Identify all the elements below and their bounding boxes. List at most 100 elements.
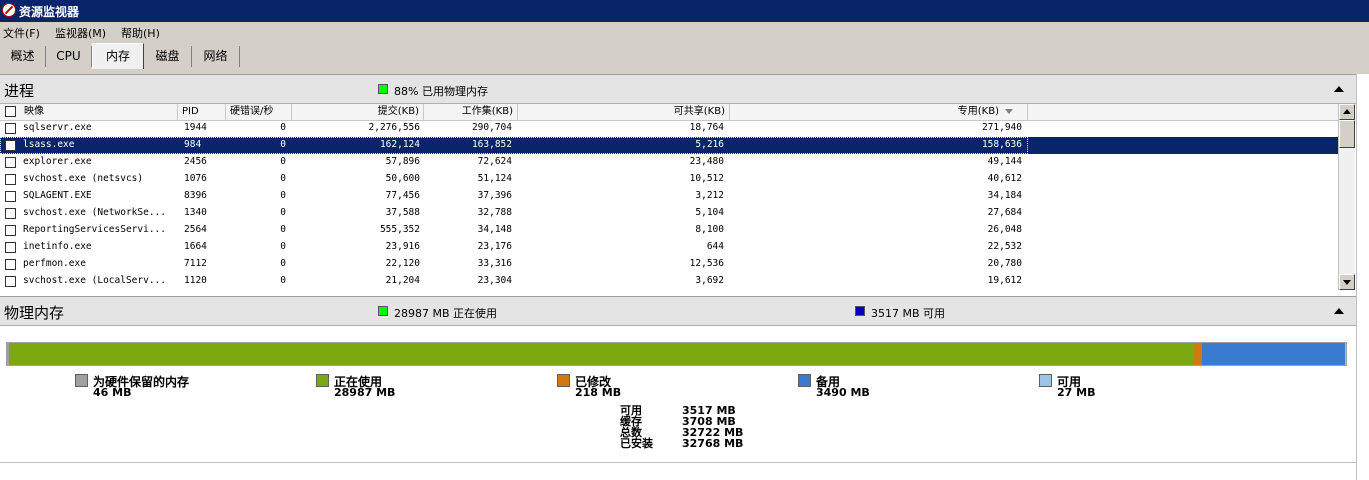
col-shareable[interactable]: 可共享(KB): [518, 104, 730, 120]
col-private[interactable]: 专用(KB): [730, 104, 1028, 120]
row-checkbox[interactable]: [5, 242, 16, 253]
legend-modified-value: 218 MB: [575, 386, 622, 399]
stat-label: 已安装: [620, 437, 653, 450]
cell-shareable: 5,104: [695, 207, 724, 218]
available-summary: 3517 MB 可用: [871, 307, 946, 320]
tab-bar: 概述 CPU 内存 磁盘 网络: [0, 42, 1369, 70]
cell-commit: 37,588: [385, 207, 420, 218]
scroll-thumb[interactable]: [1339, 120, 1355, 148]
row-checkbox[interactable]: [5, 208, 16, 219]
memory-used-percent: 88% 已用物理内存: [394, 85, 488, 98]
cell-commit: 50,600: [385, 173, 420, 184]
process-scrollbar[interactable]: [1338, 104, 1355, 290]
cell-hard-faults: 0: [280, 156, 286, 167]
cell-private: 22,532: [987, 241, 1022, 252]
collapse-process-icon[interactable]: [1334, 86, 1344, 92]
row-checkbox[interactable]: [5, 225, 16, 236]
legend-standby-swatch: [798, 374, 811, 387]
cell-commit: 77,456: [385, 190, 420, 201]
cell-working-set: 23,304: [477, 275, 512, 286]
stat-value: 32768 MB: [682, 437, 744, 450]
cell-image: lsass.exe: [23, 139, 75, 150]
available-legend-swatch: [855, 306, 865, 316]
cell-pid: 1664: [184, 241, 207, 252]
cell-pid: 1944: [184, 122, 207, 133]
physical-memory-section-header[interactable]: 物理内存 28987 MB 正在使用 3517 MB 可用: [0, 296, 1356, 326]
cell-image: svchost.exe (netsvcs): [23, 173, 144, 184]
cell-commit: 555,352: [379, 224, 420, 235]
process-row[interactable]: lsass.exe 984 0 162,124 163,852 5,216 158,636: [0, 137, 1338, 154]
tab-network[interactable]: 网络: [192, 46, 240, 67]
row-checkbox[interactable]: [5, 174, 16, 185]
cell-pid: 7112: [184, 258, 207, 269]
tab-memory[interactable]: 内存: [92, 43, 144, 69]
process-row[interactable]: perfmon.exe 7112 0 22,120 33,316 12,536 20,780: [0, 256, 1338, 273]
cell-image: svchost.exe (NetworkSe...: [23, 207, 166, 218]
cell-hard-faults: 0: [280, 139, 286, 150]
select-all-checkbox[interactable]: [5, 106, 16, 117]
memory-bar-segment: [1202, 343, 1345, 365]
process-row[interactable]: sqlservr.exe 1944 0 2,276,556 290,704 18,764 2…: [0, 120, 1338, 137]
col-image[interactable]: 映像: [20, 104, 178, 120]
cell-image: ReportingServicesServi...: [23, 224, 166, 235]
cell-image: SQLAGENT.EXE: [23, 190, 92, 201]
scroll-up-icon[interactable]: [1339, 104, 1355, 120]
tab-overview[interactable]: 概述: [0, 46, 46, 67]
cell-private: 19,612: [987, 275, 1022, 286]
cell-private: 26,048: [987, 224, 1022, 235]
cell-commit: 21,204: [385, 275, 420, 286]
cell-working-set: 72,624: [477, 156, 512, 167]
cell-shareable: 3,212: [695, 190, 724, 201]
process-row[interactable]: inetinfo.exe 1664 0 23,916 23,176 644 22,532: [0, 239, 1338, 256]
cell-working-set: 163,852: [471, 139, 512, 150]
cell-working-set: 37,396: [477, 190, 512, 201]
cell-hard-faults: 0: [280, 224, 286, 235]
collapse-physical-memory-icon[interactable]: [1334, 308, 1344, 314]
cell-private: 40,612: [987, 173, 1022, 184]
col-pid[interactable]: PID: [178, 104, 226, 120]
row-checkbox[interactable]: [5, 157, 16, 168]
tab-cpu[interactable]: CPU: [46, 46, 92, 67]
cell-working-set: 33,316: [477, 258, 512, 269]
tab-disk[interactable]: 磁盘: [144, 46, 192, 67]
row-checkbox[interactable]: [5, 191, 16, 202]
cell-hard-faults: 0: [280, 122, 286, 133]
cell-hard-faults: 0: [280, 173, 286, 184]
memory-bar-segment: [1193, 343, 1203, 365]
physical-memory-bar: [6, 342, 1347, 366]
title-bar: 资源监视器: [0, 0, 1369, 22]
cell-pid: 1120: [184, 275, 207, 286]
cell-working-set: 23,176: [477, 241, 512, 252]
app-icon[interactable]: [2, 3, 16, 17]
process-row[interactable]: svchost.exe (LocalServ... 1120 0 21,204 23,3…: [0, 273, 1338, 290]
row-checkbox[interactable]: [5, 140, 16, 151]
process-row[interactable]: explorer.exe 2456 0 57,896 72,624 23,480 49,14…: [0, 154, 1338, 171]
col-commit[interactable]: 提交(KB): [292, 104, 424, 120]
col-hard-faults[interactable]: 硬错误/秒: [226, 104, 292, 120]
window-title: 资源监视器: [19, 5, 80, 19]
row-checkbox[interactable]: [5, 259, 16, 270]
process-section-header[interactable]: 进程 88% 已用物理内存: [0, 74, 1356, 104]
cell-hard-faults: 0: [280, 258, 286, 269]
cell-hard-faults: 0: [280, 190, 286, 201]
cell-image: explorer.exe: [23, 156, 92, 167]
menu-monitor[interactable]: 监视器(M): [55, 25, 106, 41]
process-row[interactable]: SQLAGENT.EXE 8396 0 77,456 37,396 3,212 34,184: [0, 188, 1338, 205]
row-checkbox[interactable]: [5, 276, 16, 287]
cell-private: 49,144: [987, 156, 1022, 167]
process-row[interactable]: svchost.exe (NetworkSe... 1340 0 37,588 32,7…: [0, 205, 1338, 222]
menu-bar: 文件(F) 监视器(M) 帮助(H): [0, 22, 1369, 43]
memory-stats: 可用 3517 MB 缓存 3708 MB 总数 32722 MB 已安装 32768 …: [620, 405, 750, 449]
process-section-title: 进程: [4, 82, 35, 100]
cell-shareable: 8,100: [695, 224, 724, 235]
scroll-down-icon[interactable]: [1339, 274, 1355, 290]
legend-hardware-reserved-swatch: [75, 374, 88, 387]
process-row[interactable]: svchost.exe (netsvcs) 1076 0 50,600 51,124 10…: [0, 171, 1338, 188]
process-row[interactable]: ReportingServicesServi... 2564 0 555,352 34,…: [0, 222, 1338, 239]
menu-file[interactable]: 文件(F): [3, 25, 40, 41]
cell-shareable: 12,536: [689, 258, 724, 269]
col-working-set[interactable]: 工作集(KB): [424, 104, 518, 120]
row-checkbox[interactable]: [5, 123, 16, 134]
menu-help[interactable]: 帮助(H): [121, 25, 160, 41]
in-use-legend-swatch: [378, 306, 388, 316]
